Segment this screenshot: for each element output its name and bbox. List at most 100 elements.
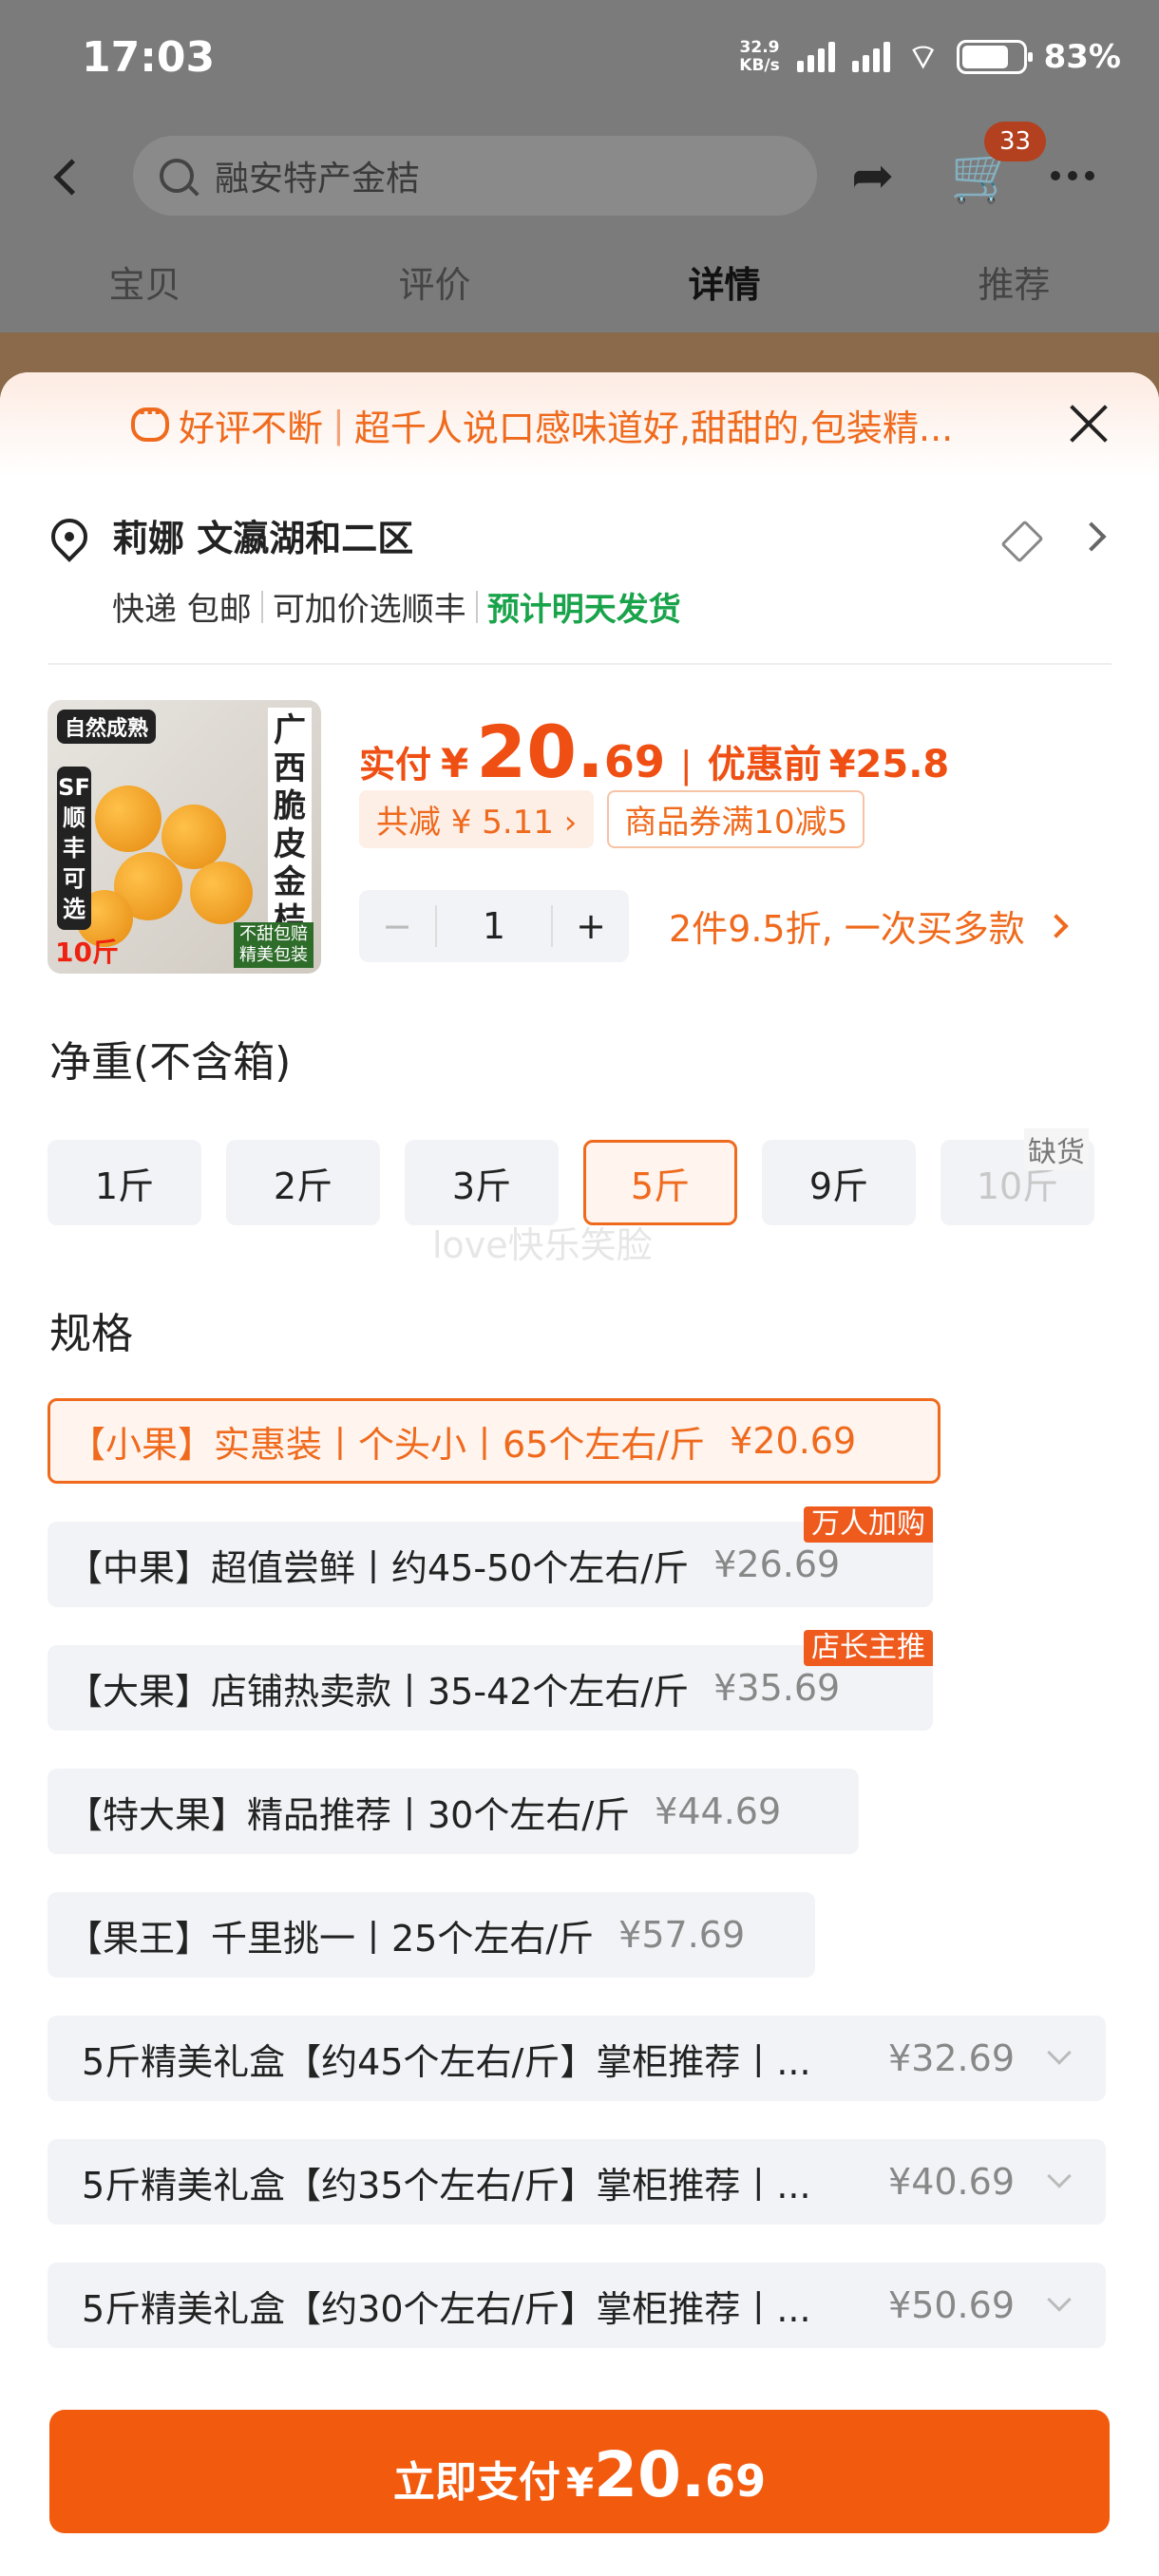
quantity-plus-button[interactable]: + — [553, 890, 629, 962]
weight-option[interactable]: 2斤 — [226, 1140, 380, 1225]
spec-price: ¥20.69 — [730, 1420, 857, 1462]
back-icon[interactable] — [38, 147, 95, 204]
net-speed-value: 32.9 — [739, 38, 780, 57]
spec-label: 【大果】店铺热卖款丨35-42个左右/斤 — [66, 1670, 690, 1713]
status-time: 17:03 — [82, 32, 216, 82]
address-section[interactable]: 莉娜 文瀛湖和二区 快递 包邮 可加价选顺丰 预计明天发货 — [44, 511, 1112, 630]
share-icon[interactable]: ➦ — [851, 147, 908, 204]
thumb-title: 广西脆皮金桔 — [268, 708, 312, 943]
chevron-down-icon — [1047, 2287, 1072, 2312]
weight-option[interactable]: 9斤 — [762, 1140, 916, 1225]
weight-option-disabled[interactable]: 10斤 缺货 — [940, 1128, 1094, 1225]
coupon-chip[interactable]: 商品券满10减5 — [607, 790, 865, 848]
spec-option-selected[interactable]: 【小果】实惠装丨个头小丨65个左右/斤 ¥20.69 — [48, 1398, 940, 1484]
price-dec: 69 — [603, 736, 665, 787]
weight-option[interactable]: 1斤 — [48, 1140, 201, 1225]
top-nav: 融安特产金桔 ➦ 🛒 33 — [0, 122, 1159, 228]
spec-price: ¥26.69 — [713, 1544, 841, 1585]
quantity-stepper: − 1 + — [359, 890, 629, 962]
discount-chips: 共减 ¥ 5.11 › 商品券满10减5 — [359, 790, 865, 848]
spec-option[interactable]: 【特大果】精品推荐丨30个左右/斤 ¥44.69 — [48, 1769, 859, 1854]
battery-percent: 83% — [1043, 38, 1121, 76]
quantity-minus-button[interactable]: − — [359, 890, 435, 962]
spec-flag: 万人加购 — [804, 1506, 933, 1543]
chevron-right-icon — [1044, 913, 1069, 938]
product-thumbnail[interactable]: 自然成熟 广西脆皮金桔 SF顺丰可选 10斤 不甜包赔 精美包装 — [48, 700, 321, 974]
spec-option[interactable]: 【中果】超值尝鲜丨约45-50个左右/斤 ¥26.69 万人加购 — [48, 1506, 933, 1607]
spec-flag: 店长主推 — [804, 1630, 933, 1666]
spec-label: 5斤精美礼盒【约35个左右/斤】掌柜推荐丨... — [82, 2164, 811, 2207]
chat-icon — [131, 399, 169, 442]
discount-chip[interactable]: 共减 ¥ 5.11 › — [359, 790, 595, 848]
price-label: 实付 — [359, 744, 432, 786]
detail-tabs: 宝贝 评价 详情 推荐 — [0, 237, 1159, 332]
tab-item[interactable]: 宝贝 — [0, 237, 290, 332]
battery-icon — [956, 40, 1033, 74]
spec-label: 【果王】千里挑一丨25个左右/斤 — [66, 1917, 595, 1960]
orig-price: ¥25.8 — [828, 743, 950, 786]
search-input[interactable]: 融安特产金桔 — [133, 136, 817, 216]
pay-price-int: 20. — [594, 2438, 706, 2511]
status-bar: 17:03 32.9 KB/s ⌔ 83% — [0, 0, 1159, 114]
quantity-value[interactable]: 1 — [435, 905, 553, 947]
spec-price: ¥40.69 — [888, 2161, 1015, 2203]
shipping-method: 快递 包邮 — [112, 591, 252, 629]
price-int: 20. — [476, 710, 604, 794]
spec-label: 5斤精美礼盒【约30个左右/斤】掌柜推荐丨... — [82, 2287, 811, 2330]
location-pin-icon — [44, 511, 95, 562]
cart-icon[interactable]: 🛒 33 — [950, 122, 1047, 209]
spec-price: ¥35.69 — [713, 1667, 841, 1709]
wifi-icon: ⌔ — [906, 37, 940, 77]
spec-price: ¥32.69 — [888, 2037, 1015, 2079]
weight-section-title: 净重(不含箱) — [49, 1038, 292, 1087]
shipping-upgrade: 可加价选顺丰 — [272, 591, 466, 629]
shipping-info: 快递 包邮 可加价选顺丰 预计明天发货 — [112, 583, 1112, 630]
pay-currency: ¥ — [565, 2459, 595, 2506]
promo-banner: 好评不断 | 超千人说口感味道好,甜甜的,包装精... — [0, 372, 1159, 477]
chevron-down-icon — [1047, 2040, 1072, 2065]
delivery-estimate: 预计明天发货 — [486, 591, 681, 629]
spec-option[interactable]: 5斤精美礼盒【约30个左右/斤】掌柜推荐丨... ¥50.69 — [48, 2263, 1106, 2348]
weight-option[interactable]: 3斤 — [405, 1140, 559, 1225]
tab-details[interactable]: 详情 — [580, 237, 869, 332]
pay-price-dec: 69 — [705, 2455, 767, 2507]
out-of-stock-badge: 缺货 — [1024, 1128, 1089, 1170]
weight-option-selected[interactable]: 5斤 — [583, 1140, 737, 1225]
multi-buy-text: 2件9.5折, 一次买多款 — [669, 908, 1025, 950]
pay-label: 立即支付 — [392, 2458, 560, 2507]
price-currency: ¥ — [441, 740, 469, 786]
spec-option[interactable]: 【大果】店铺热卖款丨35-42个左右/斤 ¥35.69 店长主推 — [48, 1630, 933, 1731]
thumb-sf: SF顺丰可选 — [57, 767, 91, 930]
chevron-down-icon — [1047, 2164, 1072, 2188]
address-name: 莉娜 文瀛湖和二区 — [112, 518, 414, 559]
spec-price: ¥57.69 — [618, 1914, 746, 1956]
multi-buy-link[interactable]: 2件9.5折, 一次买多款 — [669, 900, 1069, 952]
cart-badge: 33 — [984, 122, 1047, 161]
net-speed: 32.9 KB/s — [739, 39, 779, 75]
tab-reviews[interactable]: 评价 — [290, 237, 580, 332]
promo-prefix: 好评不断 — [179, 407, 324, 449]
spec-label: 【小果】实惠装丨个头小丨65个左右/斤 — [69, 1423, 706, 1466]
search-icon — [160, 159, 194, 193]
tab-recommend[interactable]: 推荐 — [869, 237, 1159, 332]
close-icon[interactable] — [1064, 399, 1112, 446]
spec-price: ¥44.69 — [655, 1790, 782, 1832]
promo-text: 超千人说口感味道好,甜甜的,包装精... — [353, 407, 954, 449]
spec-option[interactable]: 5斤精美礼盒【约45个左右/斤】掌柜推荐丨... ¥32.69 — [48, 2016, 1106, 2101]
spec-label: 5斤精美礼盒【约45个左右/斤】掌柜推荐丨... — [82, 2040, 811, 2083]
spec-label: 【特大果】精品推荐丨30个左右/斤 — [66, 1793, 631, 1836]
thumb-weight: 10斤 — [55, 937, 119, 968]
spec-price: ¥50.69 — [888, 2284, 1015, 2326]
spec-option[interactable]: 5斤精美礼盒【约35个左右/斤】掌柜推荐丨... ¥40.69 — [48, 2139, 1106, 2225]
net-speed-unit: KB/s — [739, 56, 780, 75]
weight-options: 1斤 2斤 3斤 5斤 9斤 10斤 缺货 — [48, 1128, 1094, 1225]
spec-option[interactable]: 【果王】千里挑一丨25个左右/斤 ¥57.69 — [48, 1892, 815, 1978]
signal-icon-2 — [851, 42, 890, 72]
more-icon[interactable] — [1051, 171, 1094, 180]
search-placeholder: 融安特产金桔 — [215, 160, 421, 199]
thumb-badge: 不甜包赔 精美包装 — [234, 922, 314, 968]
watermark: love快乐笑脸 — [432, 1224, 653, 1266]
pay-now-button[interactable]: 立即支付 ¥ 20. 69 — [49, 2410, 1110, 2533]
spec-label: 【中果】超值尝鲜丨约45-50个左右/斤 — [66, 1546, 690, 1589]
spec-section-title: 规格 — [49, 1310, 133, 1358]
